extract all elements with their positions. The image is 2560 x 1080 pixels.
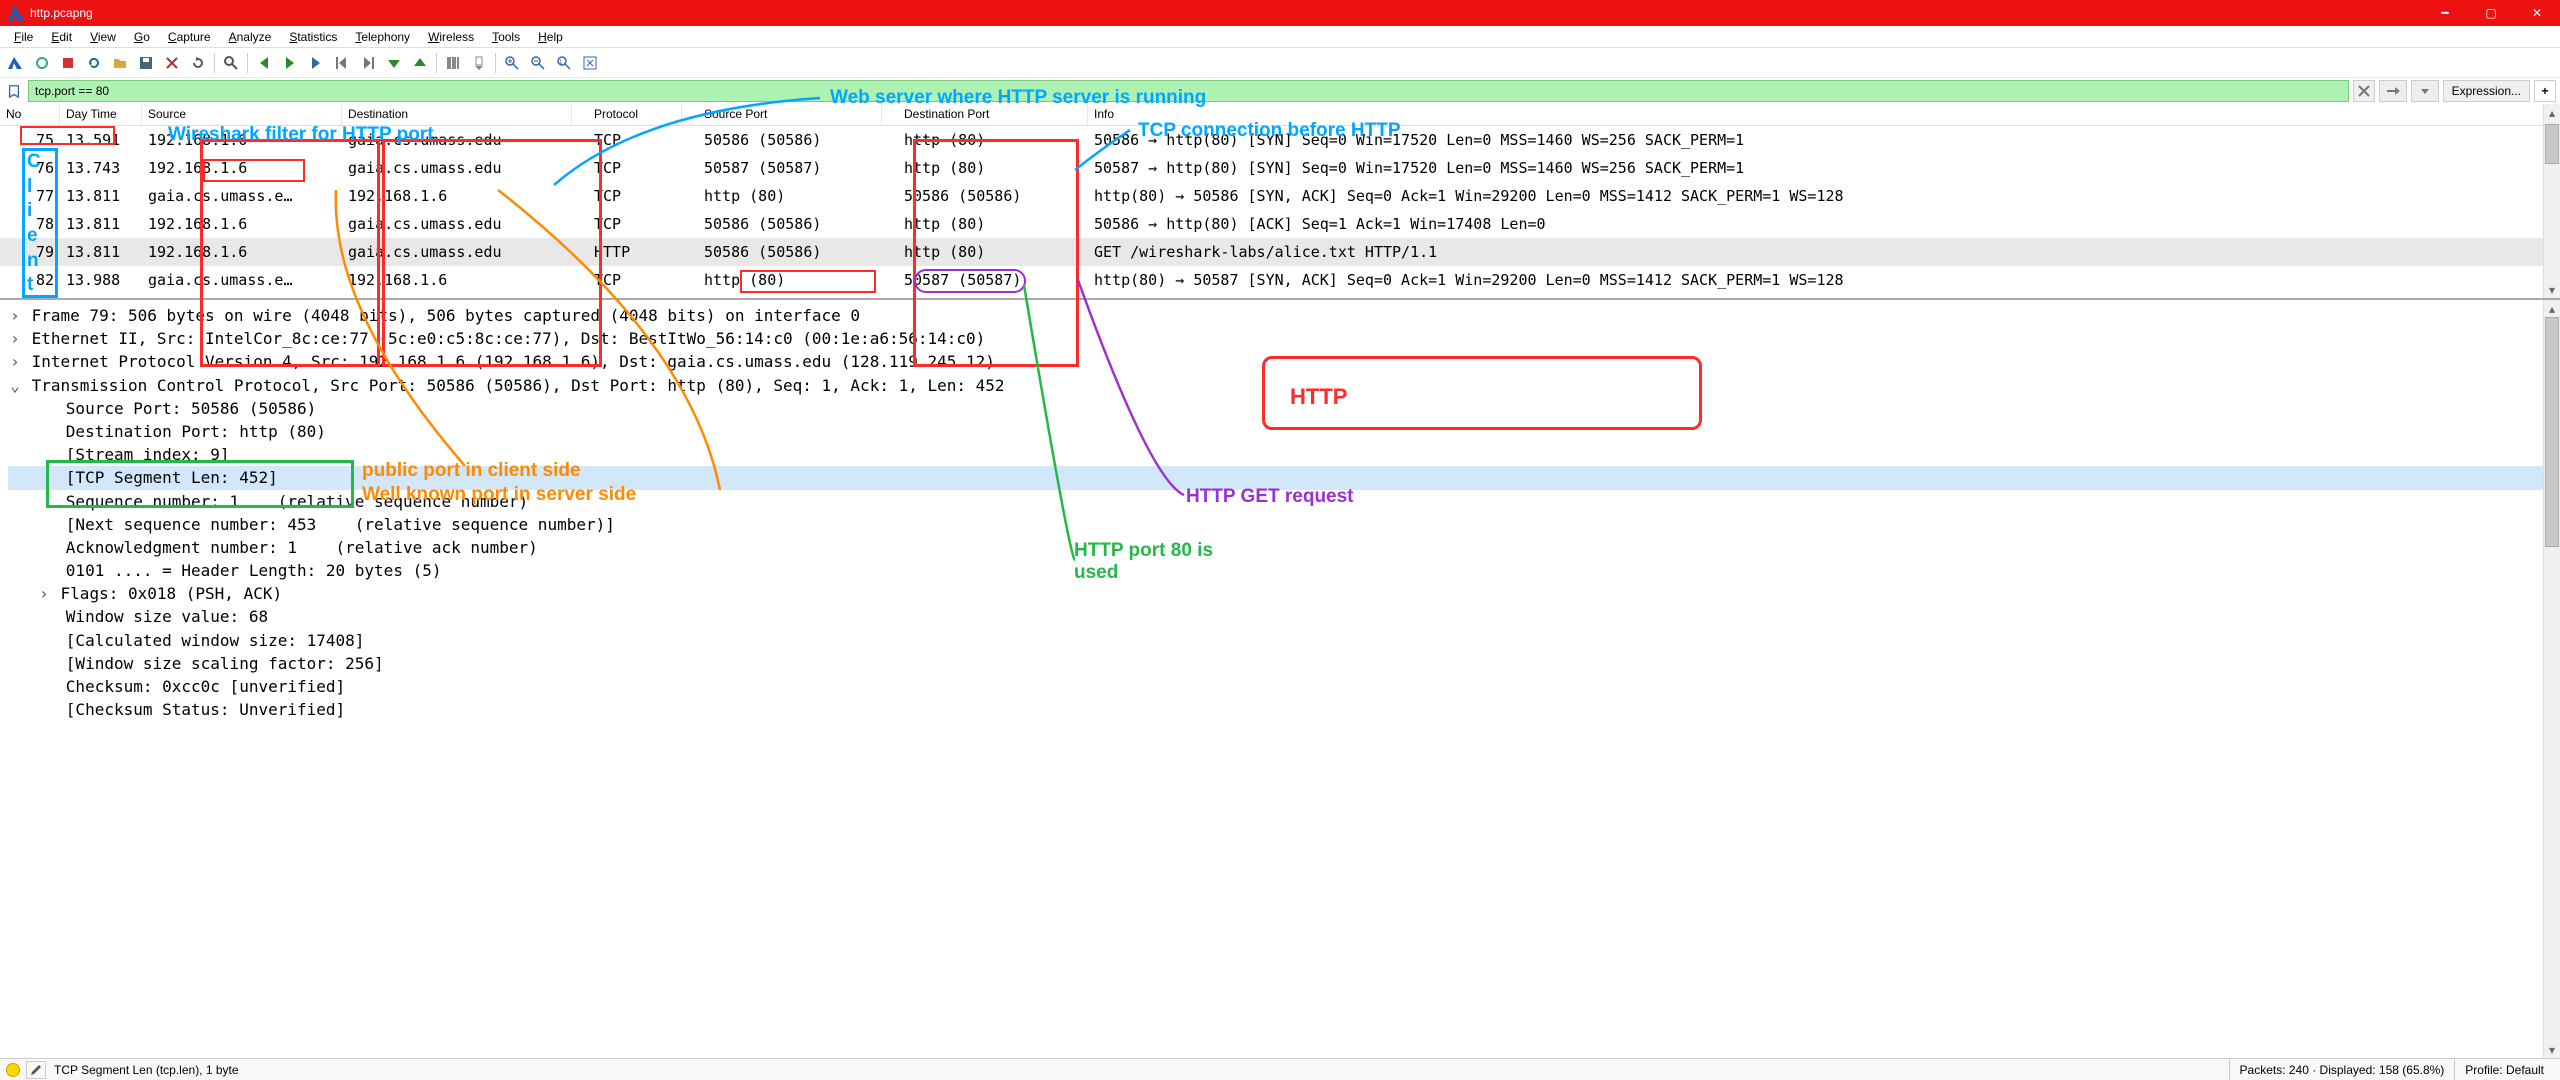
packet-list-scrollbar[interactable]: ▴ ▾ bbox=[2543, 104, 2560, 298]
restart-icon[interactable] bbox=[82, 51, 106, 75]
clear-filter-button[interactable] bbox=[2353, 80, 2375, 102]
menu-edit[interactable]: Edit bbox=[43, 28, 80, 46]
packet-row[interactable]: 7913.811192.168.1.6gaia.cs.umass.eduHTTP… bbox=[0, 238, 2560, 266]
stop-icon[interactable] bbox=[56, 51, 80, 75]
columns-icon[interactable] bbox=[441, 51, 465, 75]
col-header-destination-port[interactable]: Destination Port bbox=[882, 104, 1088, 125]
col-header-source-port[interactable]: Source Port bbox=[682, 104, 882, 125]
scrollbar-up-icon[interactable]: ▴ bbox=[2544, 300, 2560, 317]
col-header-info[interactable]: Info bbox=[1088, 104, 2560, 125]
prev-icon[interactable] bbox=[252, 51, 276, 75]
col-header-protocol[interactable]: Protocol bbox=[572, 104, 682, 125]
circle-icon[interactable] bbox=[30, 51, 54, 75]
packet-row[interactable]: 7613.743192.168.1.6gaia.cs.umass.eduTCP5… bbox=[0, 154, 2560, 182]
detail-line[interactable]: › Ethernet II, Src: IntelCor_8c:ce:77 (5… bbox=[8, 327, 2552, 350]
menu-view[interactable]: View bbox=[82, 28, 124, 46]
window-title: http.pcapng bbox=[30, 6, 93, 20]
detail-line[interactable]: › Flags: 0x018 (PSH, ACK) bbox=[8, 582, 2552, 605]
detail-line[interactable]: Sequence number: 1 (relative sequence nu… bbox=[8, 490, 2552, 513]
bookmark-icon[interactable] bbox=[4, 81, 24, 101]
detail-line[interactable]: Acknowledgment number: 1 (relative ack n… bbox=[8, 536, 2552, 559]
open-icon[interactable] bbox=[108, 51, 132, 75]
reload-icon[interactable] bbox=[186, 51, 210, 75]
detail-line[interactable]: Checksum: 0xcc0c [unverified] bbox=[8, 675, 2552, 698]
edit-icon[interactable] bbox=[26, 1061, 46, 1079]
scrollbar-thumb[interactable] bbox=[2545, 317, 2559, 547]
search-icon[interactable] bbox=[219, 51, 243, 75]
col-header-daytime[interactable]: Day Time bbox=[60, 104, 142, 125]
toolbar: 1 bbox=[0, 48, 2560, 78]
detail-line[interactable]: 0101 .... = Header Length: 20 bytes (5) bbox=[8, 559, 2552, 582]
apply-filter-button[interactable] bbox=[2379, 80, 2407, 102]
detail-line[interactable]: [Calculated window size: 17408] bbox=[8, 629, 2552, 652]
menu-wireless[interactable]: Wireless bbox=[420, 28, 482, 46]
up-icon[interactable] bbox=[408, 51, 432, 75]
scrollbar-up-icon[interactable]: ▴ bbox=[2544, 104, 2560, 121]
detail-line[interactable]: › Internet Protocol Version 4, Src: 192.… bbox=[8, 350, 2552, 373]
display-filter-input[interactable] bbox=[28, 80, 2349, 102]
detail-line[interactable]: [Checksum Status: Unverified] bbox=[8, 698, 2552, 721]
menu-telephony[interactable]: Telephony bbox=[347, 28, 418, 46]
packet-details: › Frame 79: 506 bytes on wire (4048 bits… bbox=[0, 300, 2560, 1058]
packet-row[interactable]: 8213.988gaia.cs.umass.e…192.168.1.6TCPht… bbox=[0, 266, 2560, 294]
detail-line[interactable]: › Frame 79: 506 bytes on wire (4048 bits… bbox=[8, 304, 2552, 327]
menubar: FileEditViewGoCaptureAnalyzeStatisticsTe… bbox=[0, 26, 2560, 48]
expert-led-icon[interactable] bbox=[6, 1063, 20, 1077]
detail-line[interactable]: [Next sequence number: 453 (relative seq… bbox=[8, 513, 2552, 536]
col-header-source[interactable]: Source bbox=[142, 104, 342, 125]
detail-line[interactable]: Source Port: 50586 (50586) bbox=[8, 397, 2552, 420]
detail-line[interactable]: Window size value: 68 bbox=[8, 605, 2552, 628]
close-file-icon[interactable] bbox=[160, 51, 184, 75]
first-icon[interactable] bbox=[330, 51, 354, 75]
maximize-button[interactable]: ▢ bbox=[2468, 0, 2514, 26]
save-icon[interactable] bbox=[134, 51, 158, 75]
detail-line[interactable]: [Stream index: 9] bbox=[8, 443, 2552, 466]
scrollbar-thumb[interactable] bbox=[2545, 124, 2559, 164]
packet-row[interactable]: 7713.811gaia.cs.umass.e…192.168.1.6TCPht… bbox=[0, 182, 2560, 210]
app-icon bbox=[8, 5, 24, 21]
menu-tools[interactable]: Tools bbox=[484, 28, 528, 46]
autoscroll-icon[interactable] bbox=[467, 51, 491, 75]
packet-list-header: No Day Time Source Destination Protocol … bbox=[0, 104, 2560, 126]
jump-icon[interactable] bbox=[304, 51, 328, 75]
detail-line[interactable]: [TCP Segment Len: 452] bbox=[8, 466, 2552, 489]
packet-list: No Day Time Source Destination Protocol … bbox=[0, 104, 2560, 300]
filter-history-dropdown[interactable] bbox=[2411, 80, 2439, 102]
menu-file[interactable]: File bbox=[6, 28, 41, 46]
menu-analyze[interactable]: Analyze bbox=[221, 28, 280, 46]
zoom-fit-icon[interactable] bbox=[578, 51, 602, 75]
shark-icon[interactable] bbox=[4, 51, 28, 75]
col-header-destination[interactable]: Destination bbox=[342, 104, 572, 125]
close-button[interactable]: ✕ bbox=[2514, 0, 2560, 26]
menu-go[interactable]: Go bbox=[126, 28, 158, 46]
scrollbar-down-icon[interactable]: ▾ bbox=[2544, 1041, 2560, 1058]
col-header-no[interactable]: No bbox=[0, 104, 60, 125]
menu-capture[interactable]: Capture bbox=[160, 28, 219, 46]
last-icon[interactable] bbox=[356, 51, 380, 75]
status-field: TCP Segment Len (tcp.len), 1 byte bbox=[54, 1063, 239, 1077]
details-scrollbar[interactable]: ▴ ▾ bbox=[2543, 300, 2560, 1058]
status-packets: Packets: 240 · Displayed: 158 (65.8%) bbox=[2229, 1059, 2455, 1080]
zoom-out-icon[interactable] bbox=[526, 51, 550, 75]
detail-line[interactable]: Destination Port: http (80) bbox=[8, 420, 2552, 443]
zoom-in-icon[interactable] bbox=[500, 51, 524, 75]
menu-statistics[interactable]: Statistics bbox=[281, 28, 345, 46]
packet-row[interactable]: 7513.591192.168.1.6gaia.cs.umass.eduTCP5… bbox=[0, 126, 2560, 154]
menu-help[interactable]: Help bbox=[530, 28, 571, 46]
add-filter-button[interactable]: + bbox=[2534, 80, 2556, 102]
statusbar: TCP Segment Len (tcp.len), 1 byte Packet… bbox=[0, 1058, 2560, 1080]
expression-button[interactable]: Expression... bbox=[2443, 80, 2530, 102]
filter-bar: Expression... + bbox=[0, 78, 2560, 104]
minimize-button[interactable]: ━ bbox=[2422, 0, 2468, 26]
packet-row[interactable]: 7813.811192.168.1.6gaia.cs.umass.eduTCP5… bbox=[0, 210, 2560, 238]
scrollbar-down-icon[interactable]: ▾ bbox=[2544, 281, 2560, 298]
next-icon[interactable] bbox=[278, 51, 302, 75]
down-icon[interactable] bbox=[382, 51, 406, 75]
status-profile[interactable]: Profile: Default bbox=[2454, 1059, 2554, 1080]
window-titlebar: http.pcapng ━ ▢ ✕ bbox=[0, 0, 2560, 26]
detail-line[interactable]: ⌄ Transmission Control Protocol, Src Por… bbox=[8, 374, 2552, 397]
zoom-11-icon[interactable]: 1 bbox=[552, 51, 576, 75]
detail-line[interactable]: [Window size scaling factor: 256] bbox=[8, 652, 2552, 675]
